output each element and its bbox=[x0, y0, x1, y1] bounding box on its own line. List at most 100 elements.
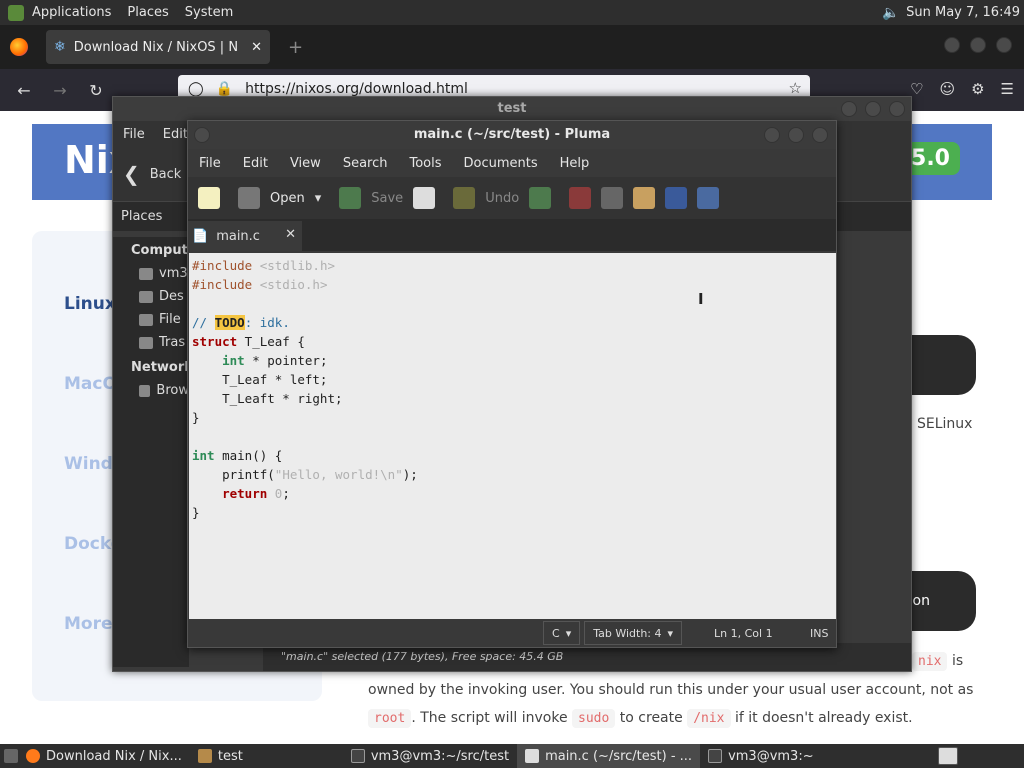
menu-tools[interactable]: Tools bbox=[398, 156, 452, 171]
clock[interactable]: Sun May 7, 16:49 bbox=[906, 5, 1020, 20]
menu-search[interactable]: Search bbox=[332, 156, 399, 171]
show-desktop-icon[interactable] bbox=[4, 749, 18, 763]
replace-icon[interactable] bbox=[697, 187, 720, 209]
paste-icon[interactable] bbox=[633, 187, 656, 209]
redo-icon[interactable] bbox=[529, 187, 552, 209]
cursor-position: Ln 1, Col 1 bbox=[714, 626, 773, 640]
place-item[interactable]: Tras bbox=[113, 331, 189, 354]
back-button[interactable]: Back bbox=[150, 167, 182, 182]
back-arrow-icon[interactable]: ❮ bbox=[123, 162, 140, 186]
menu-edit[interactable]: Edit bbox=[232, 156, 279, 171]
tab-width-selector[interactable]: Tab Width: 4 ▾ bbox=[584, 621, 683, 645]
close-button[interactable] bbox=[889, 101, 905, 117]
taskbar-item-terminal[interactable]: vm3@vm3:~/src/test bbox=[343, 744, 517, 768]
os-link-more[interactable]: More bbox=[64, 614, 113, 634]
menu-file[interactable]: File bbox=[123, 127, 145, 142]
maximize-button[interactable] bbox=[865, 101, 881, 117]
taskbar-label: vm3@vm3:~ bbox=[728, 748, 814, 764]
prose-line-1: nix is bbox=[912, 648, 992, 675]
open-icon[interactable] bbox=[238, 187, 260, 209]
places-menu[interactable]: Places bbox=[119, 5, 176, 20]
dropdown-arrow-icon: ▾ bbox=[667, 626, 674, 640]
window-menu-button[interactable] bbox=[194, 127, 210, 143]
nixos-favicon-icon: ❄ bbox=[54, 39, 66, 55]
reload-icon[interactable]: ↻ bbox=[78, 81, 114, 100]
document-tab[interactable]: 📄 main.c ✕ bbox=[188, 221, 302, 251]
section-computer: Compute bbox=[131, 243, 189, 258]
menu-file[interactable]: File bbox=[188, 156, 232, 171]
bookmark-star-icon[interactable]: ☆ bbox=[789, 79, 802, 97]
minimize-button[interactable] bbox=[764, 127, 780, 143]
place-item[interactable]: Des bbox=[113, 285, 189, 308]
applications-icon[interactable] bbox=[8, 4, 24, 21]
pocket-icon[interactable]: ♡ bbox=[910, 80, 923, 98]
print-icon[interactable] bbox=[413, 187, 436, 209]
taskbar-item-pluma[interactable]: main.c (~/src/test) - ... bbox=[517, 744, 701, 768]
code-editor[interactable]: #include <stdlib.h> #include <stdio.h> /… bbox=[189, 253, 836, 619]
account-icon[interactable]: ☺ bbox=[939, 80, 955, 98]
close-button[interactable] bbox=[812, 127, 828, 143]
undo-button[interactable]: Undo bbox=[485, 191, 519, 206]
close-tab-icon[interactable]: ✕ bbox=[285, 227, 296, 242]
browser-tab-title: Download Nix / NixOS | N bbox=[73, 39, 239, 55]
maximize-button[interactable] bbox=[788, 127, 804, 143]
copy-icon[interactable] bbox=[601, 187, 624, 209]
applications-menu[interactable]: Applications bbox=[24, 5, 119, 20]
menu-help[interactable]: Help bbox=[549, 156, 601, 171]
taskbar-label: main.c (~/src/test) - ... bbox=[545, 748, 693, 764]
back-arrow-icon[interactable]: ← bbox=[6, 81, 42, 100]
shield-icon[interactable]: ◯ bbox=[188, 81, 204, 97]
menu-icon[interactable]: ☰ bbox=[1001, 80, 1014, 98]
taskbar-item-firefox[interactable]: Download Nix / Nix... bbox=[18, 744, 190, 768]
firefox-icon bbox=[26, 749, 40, 763]
minimize-button[interactable] bbox=[944, 37, 960, 53]
code-root: root bbox=[368, 709, 412, 728]
browser-tab[interactable]: ❄ Download Nix / NixOS | N ✕ bbox=[46, 30, 270, 64]
code-token: T_Leaf { bbox=[237, 334, 305, 349]
save-icon[interactable] bbox=[339, 187, 362, 209]
filesystem-icon bbox=[139, 313, 153, 326]
code-token: <stdio.h> bbox=[259, 277, 328, 292]
minimize-button[interactable] bbox=[841, 101, 857, 117]
code-token: printf( bbox=[192, 467, 275, 482]
pluma-titlebar[interactable]: main.c (~/src/test) - Pluma bbox=[188, 121, 836, 149]
cut-icon[interactable] bbox=[569, 187, 592, 209]
file-manager-titlebar[interactable]: test bbox=[113, 97, 911, 121]
os-link-macos[interactable]: MacO bbox=[64, 374, 117, 394]
open-dropdown-icon[interactable]: ▾ bbox=[315, 191, 322, 206]
menu-documents[interactable]: Documents bbox=[453, 156, 549, 171]
menu-edit[interactable]: Edit bbox=[163, 127, 188, 142]
prose-line-2: owned by the invoking user. You should r… bbox=[368, 682, 974, 698]
language-selector[interactable]: C ▾ bbox=[543, 621, 581, 645]
undo-icon[interactable] bbox=[453, 187, 476, 209]
lock-icon[interactable]: 🔒 bbox=[216, 81, 233, 97]
place-item[interactable]: File bbox=[113, 308, 189, 331]
maximize-button[interactable] bbox=[970, 37, 986, 53]
place-item[interactable]: Brow bbox=[113, 379, 189, 402]
save-button[interactable]: Save bbox=[371, 191, 403, 206]
place-item[interactable]: vm3 bbox=[113, 262, 189, 285]
taskbar-item-file-manager[interactable]: test bbox=[190, 744, 251, 768]
code-token: struct bbox=[192, 334, 238, 349]
taskbar-item-terminal-2[interactable]: vm3@vm3:~ bbox=[700, 744, 822, 768]
code-token: ); bbox=[402, 467, 418, 482]
url-text[interactable]: https://nixos.org/download.html bbox=[245, 81, 468, 97]
menu-view[interactable]: View bbox=[279, 156, 332, 171]
system-menu[interactable]: System bbox=[177, 5, 241, 20]
os-link-linux[interactable]: Linux bbox=[64, 294, 116, 314]
forward-arrow-icon[interactable]: → bbox=[42, 81, 78, 100]
new-tab-button[interactable]: + bbox=[288, 37, 303, 58]
code-token: #include bbox=[192, 258, 260, 273]
prose-line-1-text: is bbox=[951, 653, 964, 669]
new-document-icon[interactable] bbox=[198, 187, 220, 209]
trash-icon bbox=[139, 336, 153, 349]
volume-icon[interactable]: 🔈 bbox=[882, 5, 900, 21]
open-button[interactable]: Open bbox=[270, 191, 305, 206]
extensions-icon[interactable]: ⚙ bbox=[971, 80, 984, 98]
workspace-switcher-icon[interactable] bbox=[938, 747, 958, 765]
code-token: main() { bbox=[214, 448, 283, 463]
search-icon[interactable] bbox=[665, 187, 688, 209]
close-button[interactable] bbox=[996, 37, 1012, 53]
close-tab-icon[interactable]: ✕ bbox=[251, 40, 262, 55]
